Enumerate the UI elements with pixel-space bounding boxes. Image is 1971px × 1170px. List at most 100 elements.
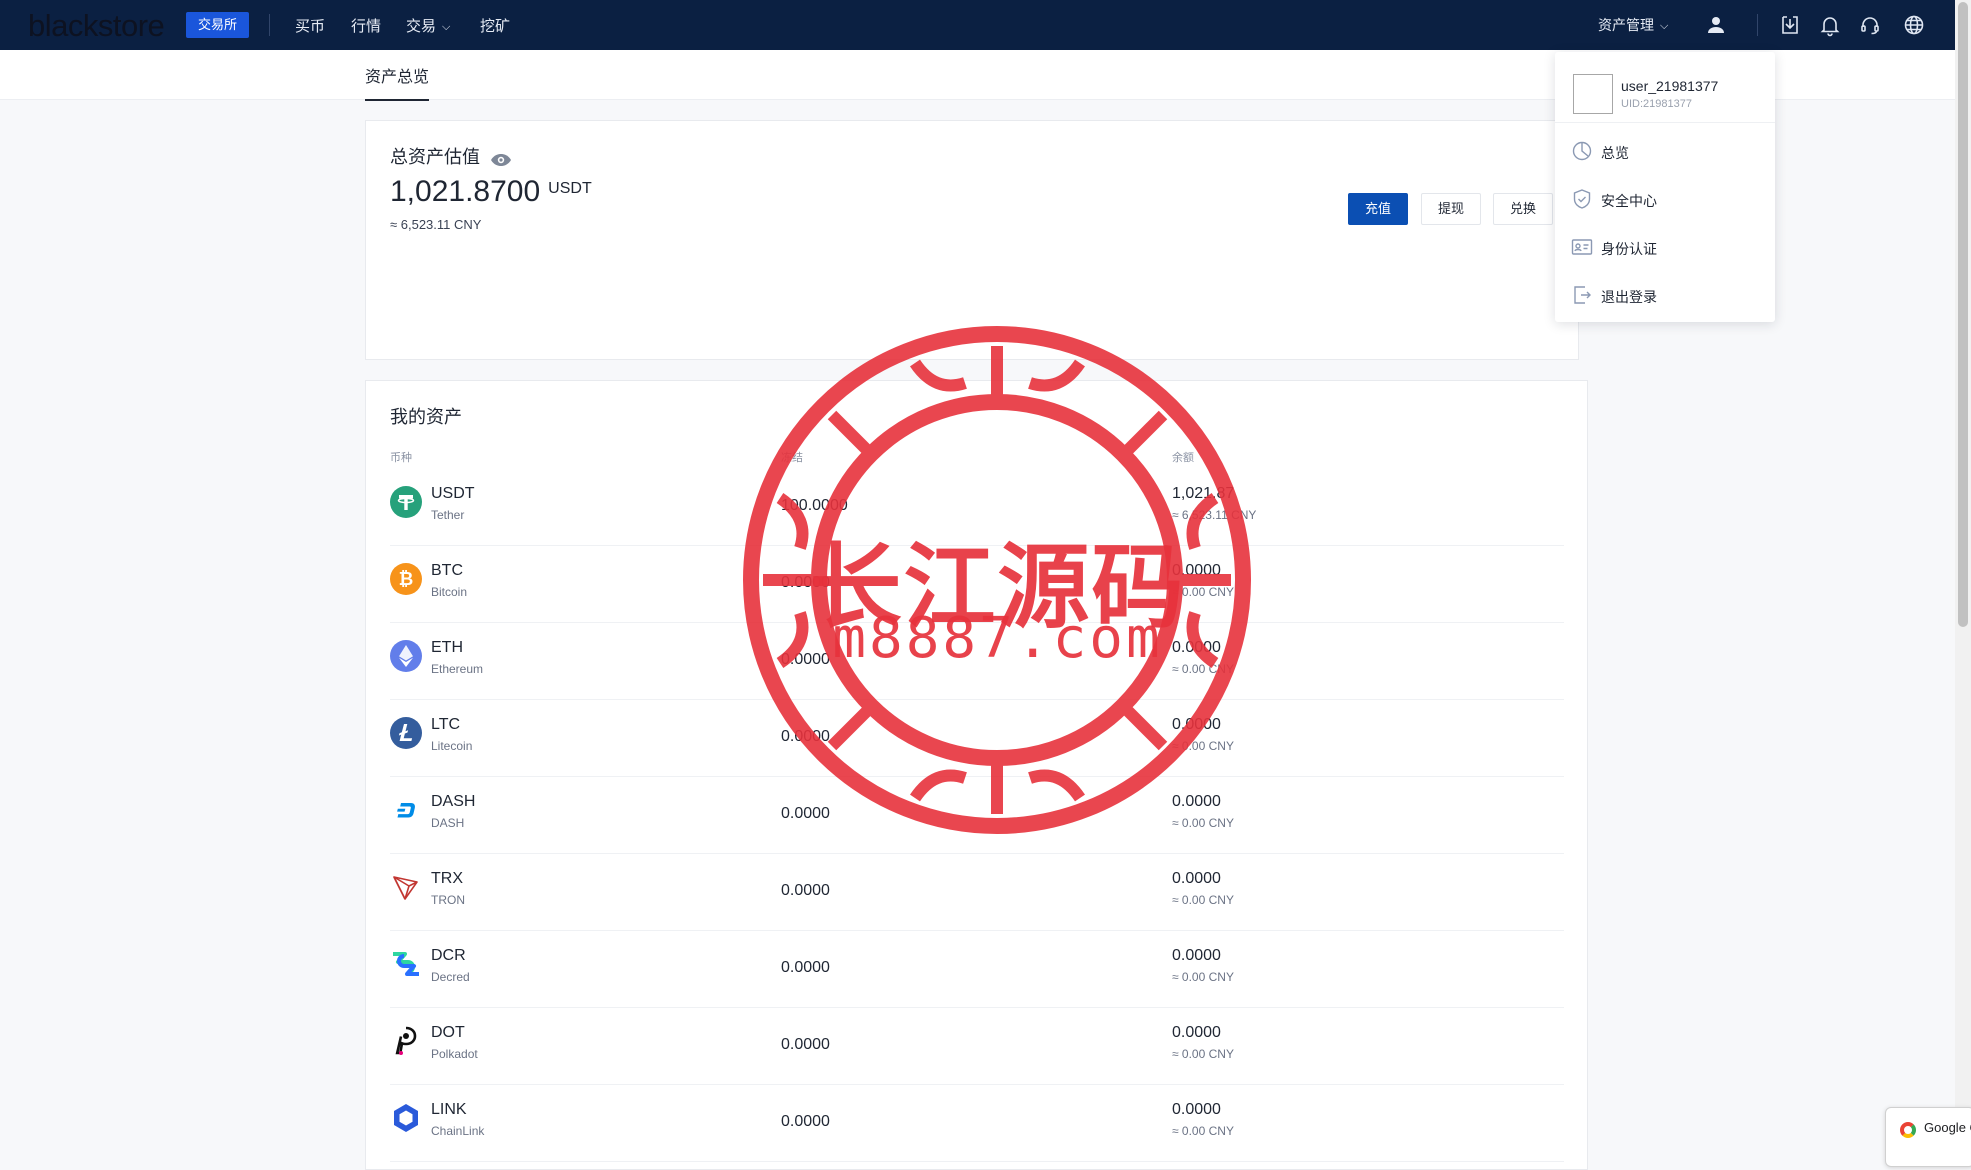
asset-row-dcr[interactable]: DCR Decred 0.0000 0.0000 ≈ 0.00 CNY <box>390 931 1564 1008</box>
frozen-amount: 0.0000 <box>781 1113 830 1130</box>
tether-icon <box>390 486 422 518</box>
headset-icon[interactable] <box>1858 13 1882 37</box>
asset-management-label: 资产管理 <box>1598 17 1654 33</box>
overview-icon <box>1571 140 1593 162</box>
asset-row-eth[interactable]: ETH Ethereum 0.0000 0.0000 ≈ 0.00 CNY <box>390 623 1564 700</box>
nav-item-trade-label: 交易 <box>406 18 437 35</box>
exchange-badge[interactable]: 交易所 <box>186 12 250 38</box>
available-amount: 0.0000 <box>1172 793 1221 810</box>
chevron-down-icon: ⌵ <box>1660 20 1669 32</box>
available-amount: 0.0000 <box>1172 562 1221 579</box>
exchange-button[interactable]: 兑换 <box>1493 193 1554 225</box>
asset-management-menu[interactable]: 资产管理 ⌵ <box>1598 15 1668 35</box>
menu-item-identity[interactable]: 身份认证 <box>1571 234 1761 260</box>
column-header-available: 余额 <box>1172 452 1194 464</box>
asset-summary-card: 总资产估值 1,021.8700 USDT ≈ 6,523.11 CNY 充值 提… <box>365 120 1579 360</box>
coin-symbol: USDT <box>431 485 475 502</box>
available-cny: ≈ 0.00 CNY <box>1172 585 1234 599</box>
coin-symbol: LINK <box>431 1101 467 1118</box>
available-cny: ≈ 0.00 CNY <box>1172 893 1234 907</box>
coin-name: Tether <box>431 508 465 522</box>
bell-icon[interactable] <box>1818 13 1842 37</box>
logout-icon <box>1571 284 1593 306</box>
user-uid: UID:21981377 <box>1621 98 1692 110</box>
total-amount-row: 1,021.8700 USDT <box>390 175 592 209</box>
my-assets-title: 我的资产 <box>390 407 462 427</box>
coin-name: Ethereum <box>431 662 484 676</box>
menu-item-logout[interactable]: 退出登录 <box>1571 282 1761 308</box>
download-icon[interactable] <box>1778 13 1802 37</box>
coin-symbol: DOT <box>431 1024 465 1041</box>
eye-icon[interactable] <box>490 151 512 167</box>
available-cny: ≈ 0.00 CNY <box>1172 739 1234 753</box>
total-amount-cny: ≈ 6,523.11 CNY <box>390 217 482 232</box>
total-amount-unit: USDT <box>548 180 592 197</box>
shield-icon <box>1571 188 1593 210</box>
menu-item-label: 安全中心 <box>1601 193 1657 209</box>
chrome-notification[interactable]: Google C <box>1885 1107 1971 1167</box>
nav-item-trade[interactable]: 交易 ⌵ <box>406 15 450 36</box>
chrome-icon <box>1900 1122 1916 1138</box>
column-header-frozen: 冻结 <box>781 452 803 464</box>
globe-icon[interactable] <box>1902 13 1926 37</box>
decred-icon <box>390 948 422 980</box>
tab-asset-overview[interactable]: 资产总览 <box>365 63 430 101</box>
chrome-notification-label: Google C <box>1924 1120 1971 1135</box>
asset-row-trx[interactable]: TRX TRON 0.0000 0.0000 ≈ 0.00 CNY <box>390 854 1564 931</box>
coin-name: Bitcoin <box>431 585 468 599</box>
available-amount: 1,021.87 <box>1172 485 1235 502</box>
frozen-amount: 0.0000 <box>781 728 830 745</box>
chevron-down-icon: ⌵ <box>442 21 451 33</box>
total-amount: 1,021.8700 <box>390 175 541 208</box>
coin-name: Decred <box>431 970 470 984</box>
user-dropdown-menu: user_21981377 UID:21981377 总览 安全中心 身份认证 … <box>1555 52 1775 322</box>
coin-symbol: TRX <box>431 870 463 887</box>
nav-divider <box>1757 14 1758 36</box>
avatar <box>1573 74 1613 114</box>
svg-text:₿: ₿ <box>399 569 414 590</box>
frozen-amount: 0.0000 <box>781 574 830 591</box>
polkadot-icon <box>390 1025 422 1057</box>
asset-row-link[interactable]: LINK ChainLink 0.0000 0.0000 ≈ 0.00 CNY <box>390 1085 1564 1162</box>
frozen-amount: 0.0000 <box>781 959 830 976</box>
user-icon[interactable] <box>1704 13 1728 37</box>
litecoin-icon <box>390 717 422 749</box>
asset-row-ltc[interactable]: LTC Litecoin 0.0000 0.0000 ≈ 0.00 CNY <box>390 700 1564 777</box>
coin-symbol: ETH <box>431 639 463 656</box>
nav-item-buy[interactable]: 买币 <box>295 15 325 36</box>
available-amount: 0.0000 <box>1172 716 1221 733</box>
deposit-button[interactable]: 充值 <box>1348 193 1409 225</box>
menu-item-label: 身份认证 <box>1601 241 1657 257</box>
frozen-amount: 0.0000 <box>781 651 830 668</box>
id-card-icon <box>1571 236 1593 258</box>
frozen-amount: 100.0000 <box>781 497 848 514</box>
available-cny: ≈ 6,523.11 CNY <box>1172 508 1257 522</box>
asset-row-btc[interactable]: ₿ BTC Bitcoin 0.0000 0.0000 ≈ 0.00 CNY <box>390 546 1564 623</box>
available-amount: 0.0000 <box>1172 1024 1221 1041</box>
nav-item-market[interactable]: 行情 <box>351 15 381 36</box>
frozen-amount: 0.0000 <box>781 805 830 822</box>
available-cny: ≈ 0.00 CNY <box>1172 816 1234 830</box>
coin-name: ChainLink <box>431 1124 485 1138</box>
nav-item-mining[interactable]: 挖矿 <box>480 15 510 36</box>
logo[interactable]: blackstore <box>28 8 165 44</box>
asset-row-dot[interactable]: DOT Polkadot 0.0000 0.0000 ≈ 0.00 CNY <box>390 1008 1564 1085</box>
coin-symbol: DASH <box>431 793 476 810</box>
coin-name: DASH <box>431 816 465 830</box>
asset-row-usdt[interactable]: USDT Tether 100.0000 1,021.87 ≈ 6,523.11… <box>390 469 1564 546</box>
coin-symbol: BTC <box>431 562 463 579</box>
withdraw-button[interactable]: 提现 <box>1421 193 1482 225</box>
page-scrollbar[interactable] <box>1955 0 1971 1159</box>
asset-row-dash[interactable]: DASH DASH 0.0000 0.0000 ≈ 0.00 CNY <box>390 777 1564 854</box>
menu-item-label: 退出登录 <box>1601 289 1657 305</box>
menu-item-security[interactable]: 安全中心 <box>1571 186 1761 212</box>
tron-icon <box>390 871 422 903</box>
frozen-amount: 0.0000 <box>781 1036 830 1053</box>
menu-divider <box>1555 122 1775 123</box>
available-amount: 0.0000 <box>1172 1101 1221 1118</box>
available-amount: 0.0000 <box>1172 870 1221 887</box>
ethereum-icon <box>390 640 422 672</box>
menu-item-overview[interactable]: 总览 <box>1571 138 1761 164</box>
my-assets-card: 我的资产 币种 冻结 余额 USDT Tether 100.0000 1,021… <box>365 380 1588 1170</box>
scrollbar-thumb[interactable] <box>1958 2 1968 627</box>
